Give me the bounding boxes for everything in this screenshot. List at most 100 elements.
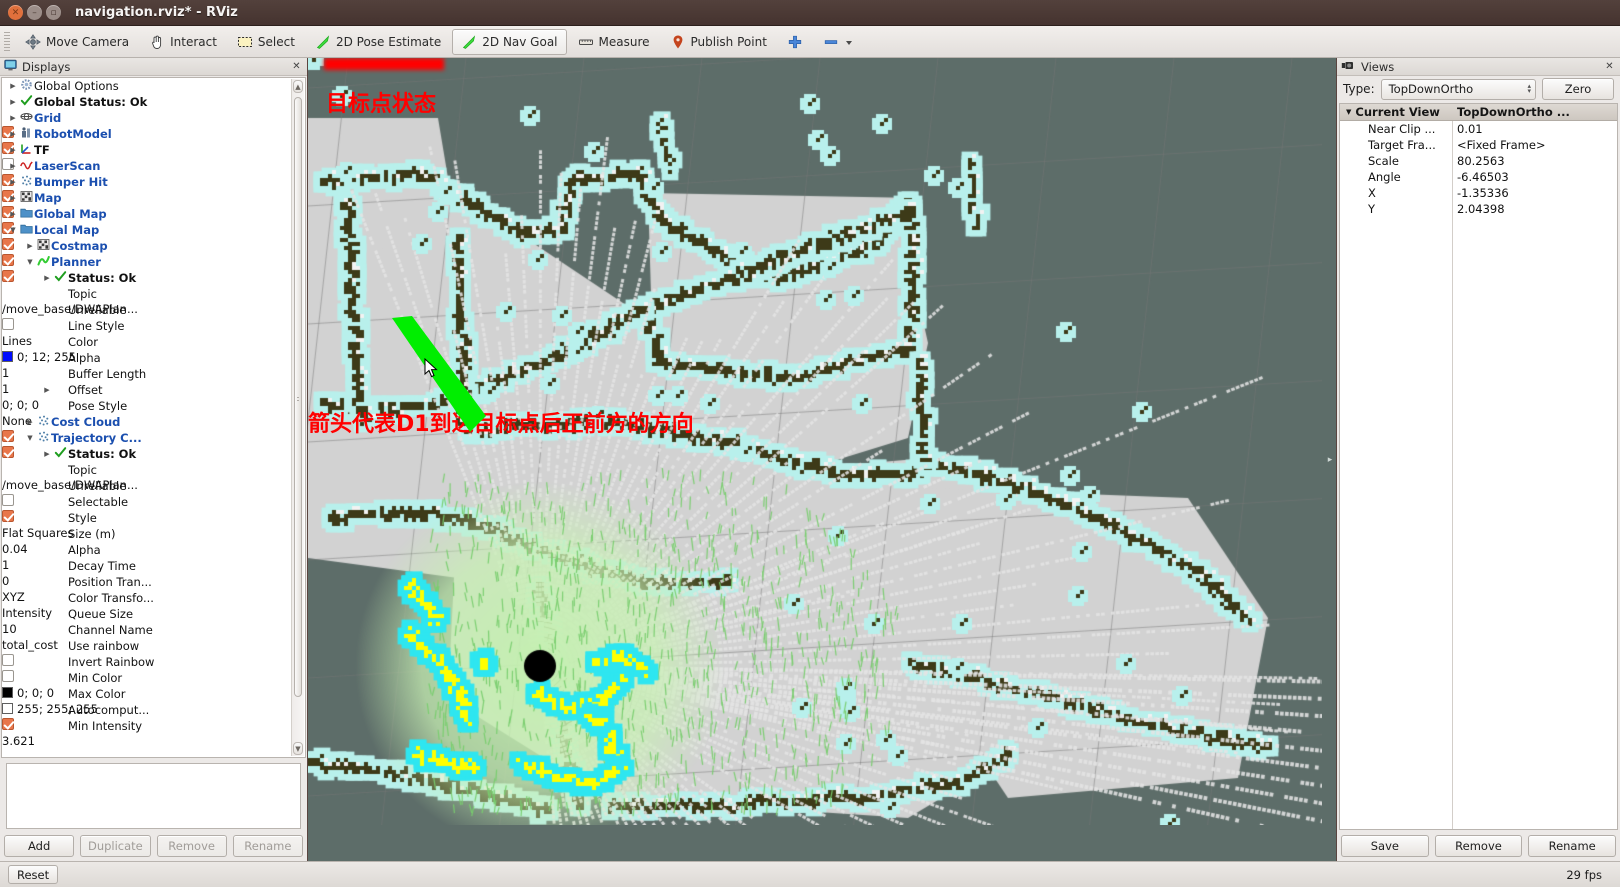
view-property-value[interactable]: <Fixed Frame> bbox=[1452, 138, 1617, 152]
chevron-down-icon[interactable]: ▼ bbox=[8, 222, 18, 238]
chevron-right-icon[interactable]: ▶ bbox=[8, 142, 18, 158]
render-view-3d[interactable]: 目标点状态 箭头代表D1到达目标点后正前方的方向 ▸ bbox=[308, 58, 1336, 861]
display-row-queue-size[interactable]: Queue Size 10 bbox=[2, 606, 291, 636]
display-row-costmap[interactable]: ▶ Costmap bbox=[2, 238, 291, 266]
display-row-global-map[interactable]: ▶ Global Map bbox=[2, 206, 291, 234]
view-right-splitter[interactable]: ▸ bbox=[1324, 58, 1336, 861]
display-row-value[interactable]: 3.621 bbox=[2, 734, 291, 748]
chevron-right-icon[interactable]: ▶ bbox=[8, 190, 18, 206]
display-row-channel-name[interactable]: Channel Name total_cost bbox=[2, 622, 291, 652]
display-row-topic[interactable]: Topic/move_base/DWAPlan... bbox=[2, 462, 291, 492]
display-row-line-style[interactable]: Line Style Lines bbox=[2, 318, 291, 348]
save-view-button[interactable]: Save bbox=[1341, 835, 1429, 857]
chevron-right-icon[interactable]: ▶ bbox=[25, 238, 35, 254]
display-row-robotmodel[interactable]: ▶ RobotModel bbox=[2, 126, 291, 154]
tool-2d-pose-estimate[interactable]: 2D Pose Estimate bbox=[306, 29, 450, 55]
toolbar-drag-handle[interactable] bbox=[4, 31, 10, 52]
tool-move-camera[interactable]: Move Camera bbox=[16, 29, 138, 55]
remove-view-button[interactable]: Remove bbox=[1434, 835, 1523, 857]
rename-button[interactable]: Rename bbox=[232, 835, 303, 857]
close-icon[interactable]: ✕ bbox=[290, 60, 303, 73]
display-row-use-rainbow[interactable]: Use rainbow bbox=[2, 638, 291, 666]
chevron-right-icon[interactable]: ▶ bbox=[42, 382, 52, 398]
display-row-local-map[interactable]: ▼ Local Map bbox=[2, 222, 291, 250]
display-row-grid[interactable]: ▶ Grid bbox=[2, 110, 291, 138]
remove-button[interactable]: Remove bbox=[156, 835, 227, 857]
view-property-value[interactable]: -1.35336 bbox=[1452, 186, 1617, 200]
chevron-right-icon[interactable]: ▶ bbox=[25, 414, 35, 430]
display-row-buffer-length[interactable]: Buffer Length 1 bbox=[2, 366, 291, 396]
minimize-icon[interactable]: – bbox=[27, 5, 42, 20]
views-property-tree[interactable]: ▼ Current View TopDownOrtho ... Near Cli… bbox=[1339, 103, 1618, 830]
tool-interact[interactable]: Interact bbox=[140, 29, 226, 55]
zero-button[interactable]: Zero bbox=[1542, 78, 1614, 100]
display-row-unreliable[interactable]: Unreliable bbox=[2, 302, 291, 330]
display-row-min-intensity[interactable]: Min Intensity 3.621 bbox=[2, 718, 291, 748]
scrollbar-thumb[interactable] bbox=[294, 97, 302, 697]
display-row-pose-style[interactable]: Pose Style None bbox=[2, 398, 291, 428]
display-row-alpha[interactable]: Alpha 1 bbox=[2, 350, 291, 380]
display-row-planner[interactable]: ▼ Planner bbox=[2, 254, 291, 282]
display-row-topic[interactable]: Topic/move_base/DWAPlan... bbox=[2, 286, 291, 316]
close-icon[interactable]: ✕ bbox=[1603, 60, 1616, 73]
display-row-min-color[interactable]: Min Color 0; 0; 0 bbox=[2, 670, 291, 700]
chevron-right-icon[interactable]: ▶ bbox=[8, 174, 18, 190]
display-row-status-ok[interactable]: ▶ Status: Ok bbox=[2, 446, 291, 462]
display-row-alpha[interactable]: Alpha 1 bbox=[2, 542, 291, 572]
tool-measure[interactable]: Measure bbox=[569, 29, 659, 55]
displays-tree[interactable]: ▶ Global Options ▶ Global Status: Ok ▶ Grid ▶ R… bbox=[1, 77, 306, 758]
reset-button[interactable]: Reset bbox=[8, 865, 59, 884]
view-property-row[interactable]: Angle -6.46503 bbox=[1340, 169, 1617, 185]
displays-scrollbar[interactable]: ▲ ▼ bbox=[291, 79, 304, 756]
maximize-icon[interactable]: ▫ bbox=[46, 5, 61, 20]
chevron-down-icon[interactable]: ▼ bbox=[25, 430, 35, 446]
display-row-global-status-ok[interactable]: ▶ Global Status: Ok bbox=[2, 94, 291, 110]
chevron-right-icon[interactable]: ▶ bbox=[8, 158, 18, 174]
chevron-right-icon[interactable]: ▶ bbox=[8, 126, 18, 142]
chevron-right-icon[interactable]: ▶ bbox=[8, 206, 18, 222]
display-row-selectable[interactable]: Selectable bbox=[2, 494, 291, 522]
display-row-position-tran[interactable]: Position Tran... XYZ bbox=[2, 574, 291, 604]
display-row-tf[interactable]: ▶ TF bbox=[2, 142, 291, 170]
display-row-offset[interactable]: ▶ Offset 0; 0; 0 bbox=[2, 382, 291, 412]
chevron-right-icon[interactable]: ▶ bbox=[8, 94, 18, 110]
chevron-right-icon[interactable]: ▶ bbox=[42, 446, 52, 462]
tool-select[interactable]: Select bbox=[228, 29, 304, 55]
display-row-laserscan[interactable]: ▶ LaserScan bbox=[2, 158, 291, 186]
display-row-map[interactable]: ▶ Map bbox=[2, 190, 291, 218]
view-property-row[interactable]: X -1.35336 bbox=[1340, 185, 1617, 201]
view-property-row[interactable]: Target Fra... <Fixed Frame> bbox=[1340, 137, 1617, 153]
view-property-value[interactable]: 2.04398 bbox=[1452, 202, 1617, 216]
chevron-right-icon[interactable]: ▶ bbox=[8, 78, 18, 94]
duplicate-button[interactable]: Duplicate bbox=[80, 835, 151, 857]
display-row-trajectory-c[interactable]: ▼ Trajectory C... bbox=[2, 430, 291, 458]
view-property-value[interactable]: 0.01 bbox=[1452, 122, 1617, 136]
tool-publish-point[interactable]: Publish Point bbox=[661, 29, 776, 55]
display-row-decay-time[interactable]: Decay Time 0 bbox=[2, 558, 291, 588]
display-row-global-options[interactable]: ▶ Global Options bbox=[2, 78, 291, 94]
scroll-down-icon[interactable]: ▼ bbox=[293, 742, 303, 755]
view-property-row[interactable]: Near Clip ... 0.01 bbox=[1340, 121, 1617, 137]
view-property-value[interactable]: 80.2563 bbox=[1452, 154, 1617, 168]
tool-2d-nav-goal[interactable]: 2D Nav Goal bbox=[452, 28, 567, 55]
view-property-value[interactable]: -6.46503 bbox=[1452, 170, 1617, 184]
tool-add-button[interactable] bbox=[778, 29, 812, 55]
chevron-down-icon[interactable]: ▼ bbox=[25, 254, 35, 270]
display-row-autocomput[interactable]: Autocomput... bbox=[2, 702, 291, 730]
display-row-color-transfo[interactable]: Color Transfo... Intensity bbox=[2, 590, 291, 620]
display-row-status-ok[interactable]: ▶ Status: Ok bbox=[2, 270, 291, 286]
display-row-invert-rainbow[interactable]: Invert Rainbow bbox=[2, 654, 291, 682]
display-row-unreliable[interactable]: Unreliable bbox=[2, 478, 291, 506]
close-icon[interactable]: ✕ bbox=[8, 5, 23, 20]
display-row-style[interactable]: Style Flat Squares bbox=[2, 510, 291, 540]
chevron-right-icon[interactable]: ▶ bbox=[42, 270, 52, 286]
display-row-color[interactable]: Color 0; 12; 255 bbox=[2, 334, 291, 364]
chevron-down-icon[interactable] bbox=[844, 34, 854, 50]
occupancy-map-canvas[interactable] bbox=[308, 58, 1322, 825]
view-property-row[interactable]: Scale 80.2563 bbox=[1340, 153, 1617, 169]
view-type-select[interactable]: TopDownOrtho ▴ ▾ bbox=[1380, 78, 1536, 100]
chevron-right-icon[interactable]: ▶ bbox=[8, 110, 18, 126]
chevron-down-icon[interactable]: ▼ bbox=[1346, 108, 1351, 116]
add-button[interactable]: Add bbox=[4, 835, 75, 857]
tool-remove-button[interactable] bbox=[814, 29, 863, 55]
